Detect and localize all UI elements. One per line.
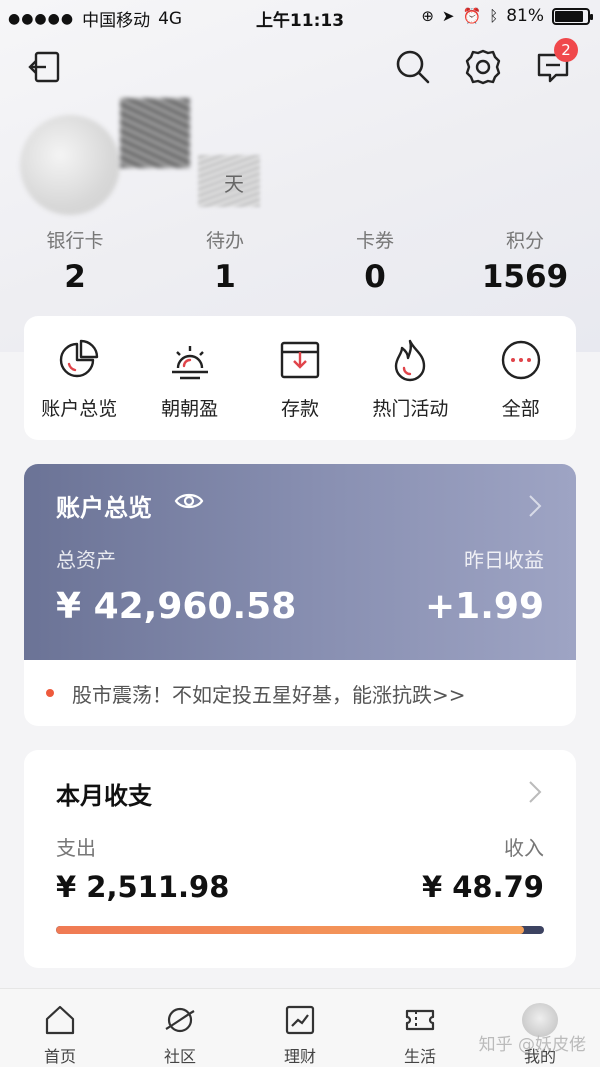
tab-label: 理财 — [283, 1047, 316, 1066]
monthly-balance-card[interactable]: 本月收支 支出 收入 ¥ 2,511.98 ¥ 48.79 — [24, 750, 576, 968]
trend-chart-icon — [285, 1005, 315, 1035]
status-right: ⊕ ➤ ⏰ ᛒ 81% — [421, 6, 593, 26]
home-icon — [45, 1005, 75, 1035]
yesterday-earnings-value: +1.99 — [425, 586, 544, 627]
quick-action-label: 账户总览 — [41, 398, 118, 420]
battery-fill — [555, 10, 583, 22]
search-icon — [396, 50, 430, 84]
ticket-icon — [405, 1009, 435, 1031]
quick-action-label: 朝朝盈 — [161, 398, 219, 420]
tab-mine[interactable]: 我的 — [480, 989, 600, 1067]
deposit-box-icon — [280, 341, 320, 379]
stat-bank-cards[interactable]: 银行卡 2 — [0, 226, 150, 295]
promo-text: 股市震荡！不如定投五星好基，能涨抗跌>> — [72, 682, 466, 707]
stat-label: 银行卡 — [46, 230, 104, 252]
logout-icon — [28, 51, 60, 83]
tab-label: 社区 — [163, 1047, 196, 1066]
bluetooth-icon: ᛒ — [489, 7, 499, 25]
quick-actions-card: 账户总览 朝朝盈 存款 热门活动 全部 — [24, 316, 576, 440]
tab-home[interactable]: 首页 — [0, 989, 120, 1067]
account-overview-card[interactable]: 账户总览 总资产 昨日收益 ¥ 42,960.58 +1.99 — [24, 464, 576, 660]
stat-coupons[interactable]: 卡券 0 — [300, 226, 450, 295]
profile-name: 天 — [224, 172, 244, 196]
quick-action-label: 热门活动 — [372, 398, 449, 420]
tab-label: 生活 — [403, 1047, 436, 1066]
stat-todo[interactable]: 待办 1 — [150, 226, 300, 295]
tab-wealth[interactable]: 理财 — [240, 989, 360, 1067]
total-assets-label: 总资产 — [56, 548, 116, 572]
settings-button[interactable] — [460, 44, 506, 90]
quick-action-all[interactable]: 全部 — [466, 316, 576, 440]
expense-label: 支出 — [56, 836, 96, 860]
quick-action-hot-events[interactable]: 热门活动 — [355, 316, 465, 440]
battery-percent: 81% — [506, 6, 544, 26]
stat-value: 2 — [64, 259, 86, 295]
profile-name-redacted — [120, 98, 190, 168]
account-title: 账户总览 — [56, 494, 152, 522]
total-assets-value: ¥ 42,960.58 — [56, 586, 297, 627]
sunrise-icon — [171, 346, 208, 380]
quick-action-zhaozhaoying[interactable]: 朝朝盈 — [134, 316, 244, 440]
tab-label: 首页 — [43, 1047, 76, 1066]
monthly-title: 本月收支 — [56, 782, 152, 810]
stat-label: 积分 — [505, 230, 544, 252]
logout-button[interactable] — [22, 44, 68, 90]
quick-action-label: 全部 — [501, 398, 540, 420]
chevron-right-icon — [529, 495, 542, 517]
stat-label: 卡券 — [355, 230, 394, 252]
promo-dot-icon — [46, 689, 54, 697]
stat-value: 1569 — [481, 259, 569, 295]
stat-points[interactable]: 积分 1569 — [450, 226, 600, 295]
income-label: 收入 — [504, 836, 544, 860]
alarm-icon: ⏰ — [462, 7, 482, 25]
watermark: 知乎 @妖皮佬 — [478, 1035, 586, 1055]
quick-action-account-overview[interactable]: 账户总览 — [24, 316, 134, 440]
more-dots-icon — [501, 340, 540, 380]
income-value: ¥ 48.79 — [421, 870, 544, 904]
pie-chart-icon — [60, 339, 99, 378]
status-bar: ●●●●● 中国移动 4G 上午11:13 ⊕ ➤ ⏰ ᛒ 81% — [0, 0, 600, 34]
tab-community[interactable]: 社区 — [120, 989, 240, 1067]
tab-bar: 首页 社区 理财 生活 我的 — [0, 988, 600, 1067]
planet-icon — [165, 1007, 195, 1033]
profile-avatar[interactable] — [20, 115, 120, 215]
expense-bar-fill — [56, 926, 525, 934]
stat-value: 0 — [364, 259, 386, 295]
eye-icon[interactable] — [174, 490, 204, 512]
location-arrow-icon: ➤ — [441, 7, 455, 25]
yesterday-earnings-label: 昨日收益 — [464, 548, 544, 572]
income-expense-bar — [56, 926, 544, 934]
stats-row: 银行卡 2 待办 1 卡券 0 积分 1569 — [0, 226, 600, 295]
search-button[interactable] — [390, 44, 436, 90]
expense-value: ¥ 2,511.98 — [56, 870, 230, 904]
flame-icon — [395, 339, 426, 382]
gear-icon — [465, 49, 501, 85]
stat-value: 1 — [214, 259, 236, 295]
message-badge: 2 — [554, 38, 578, 62]
quick-action-deposit[interactable]: 存款 — [245, 316, 355, 440]
stat-label: 待办 — [205, 230, 244, 252]
quick-action-label: 存款 — [280, 398, 319, 420]
chevron-right-icon — [529, 781, 542, 803]
messages-button[interactable]: 2 — [530, 38, 578, 90]
promo-banner[interactable]: 股市震荡！不如定投五星好基，能涨抗跌>> — [24, 660, 576, 726]
battery-icon — [552, 7, 593, 25]
lock-rotation-icon: ⊕ — [421, 7, 434, 25]
tab-life[interactable]: 生活 — [360, 989, 480, 1067]
